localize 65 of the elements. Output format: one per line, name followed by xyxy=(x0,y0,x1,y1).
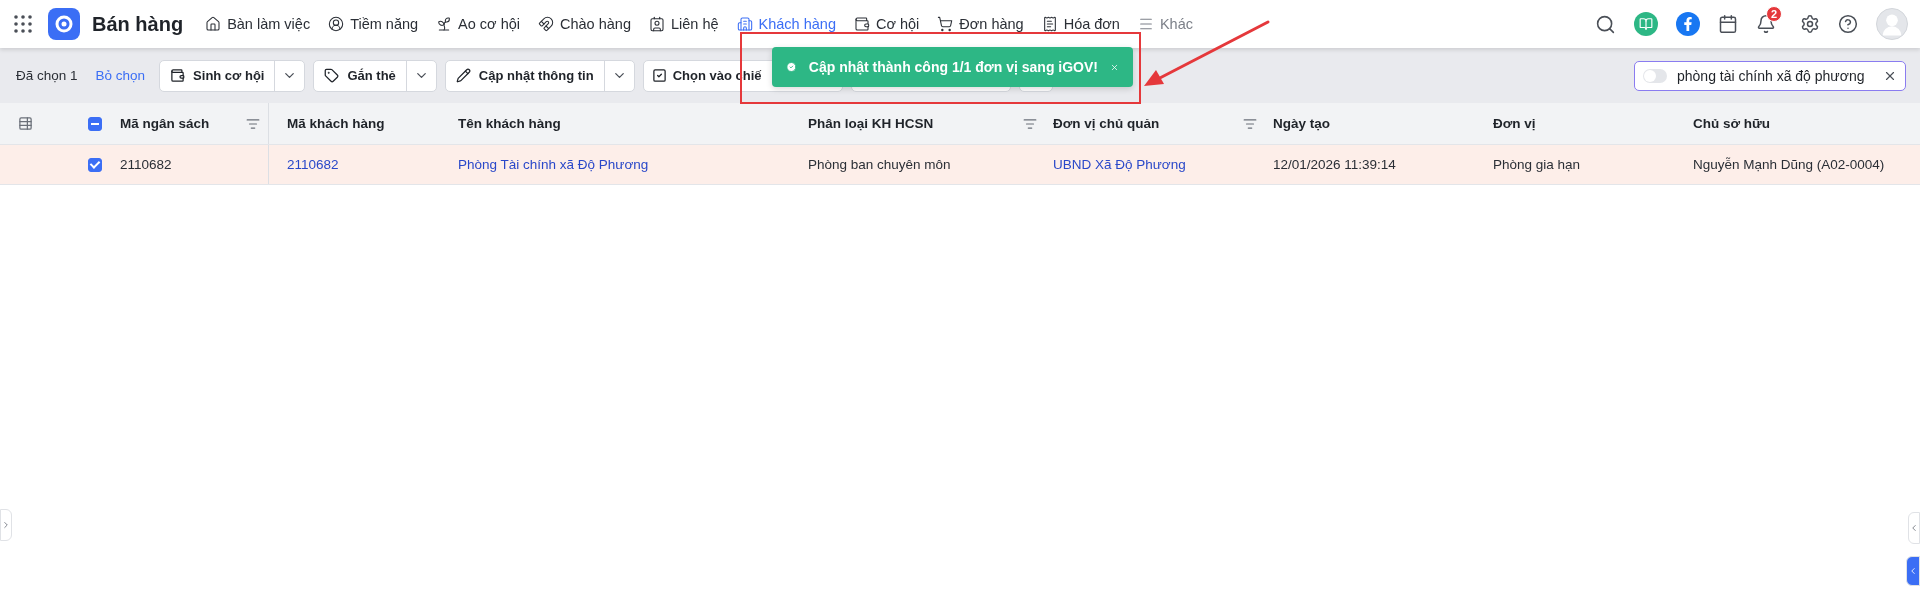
book-icon[interactable] xyxy=(1634,12,1658,36)
sprout-icon xyxy=(436,16,453,32)
checkbox-icon xyxy=(651,68,667,83)
search-field[interactable]: phòng tài chính xã độ phương xyxy=(1634,60,1906,91)
nav-item[interactable]: Khác xyxy=(1137,16,1193,32)
menu-icon xyxy=(1137,16,1154,32)
table-cell: Phòng ban chuyên môn xyxy=(808,157,951,172)
app-logo xyxy=(48,8,80,40)
home-icon xyxy=(205,16,222,32)
receipt-icon xyxy=(1041,16,1058,32)
calendar-icon[interactable] xyxy=(1718,14,1738,34)
nav-item[interactable]: Liên hệ xyxy=(648,16,719,32)
help-icon[interactable] xyxy=(1838,14,1858,34)
nav-item[interactable]: Tiềm năng xyxy=(328,16,419,32)
column-header: Mã khách hàng xyxy=(287,116,385,131)
nav-item[interactable]: Cơ hội xyxy=(853,16,920,32)
table-cell: Nguyễn Mạnh Dũng (A02-0004) xyxy=(1693,157,1885,172)
filter-icon[interactable] xyxy=(1023,116,1037,131)
side-panel-handle[interactable] xyxy=(1906,556,1920,586)
column-header: Đơn vị xyxy=(1493,116,1536,131)
wallet-icon xyxy=(853,16,870,32)
facebook-icon[interactable] xyxy=(1676,12,1700,36)
selected-count: Đã chọn 1 xyxy=(16,68,78,83)
table-row[interactable]: 2110682 2110682 Phòng Tài chính xã Độ Phương Phòng ban chuyên môn UBND Xã Độ Phương 12/01/2026 11:39:14 Phòng gia hạn Nguyễn Mạnh Dũng (A02-0004) xyxy=(0,145,1920,185)
column-header: Tên khách hàng xyxy=(458,116,561,131)
apps-grid-icon[interactable] xyxy=(14,15,32,33)
column-header: Mã ngân sách xyxy=(120,116,210,131)
nav-item[interactable]: Chào hàng xyxy=(538,16,631,32)
user-icon xyxy=(328,16,345,32)
settings-icon[interactable] xyxy=(1800,14,1820,34)
filter-icon[interactable] xyxy=(246,116,260,131)
column-header: Đơn vị chủ quản xyxy=(1053,116,1160,131)
nav-item[interactable]: Bàn làm việc xyxy=(205,16,311,32)
column-settings-icon[interactable] xyxy=(18,116,33,131)
deselect-link[interactable]: Bỏ chọn xyxy=(95,68,146,83)
table-cell: Phòng gia hạn xyxy=(1493,157,1581,172)
expand-handle[interactable] xyxy=(0,509,12,541)
table-cell: 12/01/2026 11:39:14 xyxy=(1273,157,1396,172)
search-icon[interactable] xyxy=(1595,13,1616,35)
cell-link[interactable]: Phòng Tài chính xã Độ Phương xyxy=(458,157,649,172)
column-header: Phân loại KH HCSN xyxy=(808,116,934,131)
building-icon xyxy=(736,16,753,32)
app-title: Bán hàng xyxy=(92,12,184,36)
tag-icon xyxy=(324,68,340,83)
cart-icon xyxy=(937,16,954,32)
filter-icon[interactable] xyxy=(1243,116,1257,131)
contact-icon xyxy=(648,16,665,32)
cell-link[interactable]: 2110682 xyxy=(287,157,339,172)
wallet-icon xyxy=(170,68,186,83)
nav-item[interactable]: Khách hàng xyxy=(736,16,836,32)
nav-item[interactable]: Hóa đơn xyxy=(1041,16,1120,32)
nav-item[interactable]: Ao cơ hội xyxy=(436,16,520,32)
table-cell: 2110682 xyxy=(120,157,172,172)
collapse-handle[interactable] xyxy=(1908,512,1920,544)
nav-item[interactable]: Đơn hàng xyxy=(937,16,1024,32)
select-all-checkbox[interactable] xyxy=(88,116,102,131)
toggle-switch[interactable] xyxy=(1643,68,1667,83)
row-checkbox[interactable] xyxy=(88,157,102,172)
search-input[interactable]: phòng tài chính xã độ phương xyxy=(1675,66,1875,85)
cell-link[interactable]: UBND Xã Độ Phương xyxy=(1053,157,1186,172)
magnet-icon xyxy=(538,16,554,32)
column-header: Chủ sở hữu xyxy=(1693,116,1771,131)
pencil-icon xyxy=(455,68,471,83)
notification-badge: 2 xyxy=(1766,6,1782,22)
column-header: Ngày tạo xyxy=(1273,116,1330,131)
